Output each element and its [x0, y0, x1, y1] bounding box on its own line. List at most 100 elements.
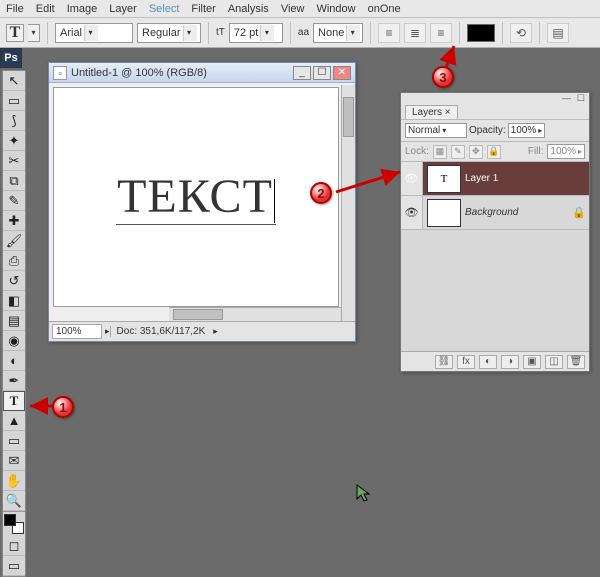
document-info: Doc: 351,6K/117,2K [110, 326, 212, 337]
layers-footer: ⛓ fx ◐ ◑ ▣ ◫ 🗑 [401, 351, 589, 371]
font-family-select[interactable]: Arial ▾ [55, 23, 133, 43]
magic-wand-tool[interactable]: ✦ [3, 131, 25, 151]
document-canvas[interactable]: ТЕКСТ [53, 87, 339, 307]
panel-close-icon[interactable]: ☐ [577, 93, 585, 101]
adjustment-layer-button[interactable]: ◑ [501, 355, 519, 369]
tool-preset-dropdown[interactable]: ▾ [28, 24, 40, 42]
path-selection-tool[interactable]: ▲ [3, 411, 25, 431]
marquee-tool[interactable]: ▭ [3, 91, 25, 111]
move-tool[interactable]: ↖ [3, 71, 25, 91]
chevron-down-icon: ▾ [260, 25, 274, 41]
group-button[interactable]: ▣ [523, 355, 541, 369]
type-tool[interactable]: T [3, 391, 25, 411]
quick-mask-toggle[interactable]: ◻ [3, 536, 25, 556]
menu-view[interactable]: View [281, 3, 305, 15]
layer-row[interactable]: 👁 Background 🔒 [401, 196, 589, 230]
layer-mask-button[interactable]: ◐ [479, 355, 497, 369]
text-color-swatch[interactable] [467, 24, 495, 42]
slice-tool[interactable]: ⧉ [3, 171, 25, 191]
eraser-tool[interactable]: ◧ [3, 291, 25, 311]
foreground-color-swatch[interactable] [4, 514, 16, 526]
horizontal-scrollbar[interactable] [169, 307, 341, 321]
lasso-tool[interactable]: ⟆ [3, 111, 25, 131]
hand-tool[interactable]: ✋ [3, 471, 25, 491]
zoom-tool[interactable]: 🔍 [3, 491, 25, 511]
blend-mode-select[interactable]: Normal ▾ [405, 123, 467, 138]
menu-edit[interactable]: Edit [36, 3, 55, 15]
minimize-button[interactable]: _ [293, 66, 311, 80]
lock-image-icon[interactable]: ✎ [451, 145, 465, 159]
antialias-select[interactable]: None ▾ [313, 23, 363, 43]
chevron-down-icon: ▾ [346, 25, 360, 41]
panel-minimize-icon[interactable]: — [562, 93, 571, 101]
crop-tool[interactable]: ✂ [3, 151, 25, 171]
menu-image[interactable]: Image [67, 3, 98, 15]
lock-label: Lock: [405, 146, 429, 157]
vertical-scrollbar[interactable] [341, 85, 355, 321]
align-left-button[interactable]: ≡ [378, 23, 400, 43]
document-icon: ▫ [53, 66, 67, 80]
blur-tool[interactable]: ◉ [3, 331, 25, 351]
chevron-right-icon: ▸ [538, 126, 542, 135]
lock-position-icon[interactable]: ✥ [469, 145, 483, 159]
menu-select[interactable]: Select [149, 3, 180, 15]
blend-opacity-row: Normal ▾ Opacity: 100% ▸ [401, 119, 589, 142]
font-size-select[interactable]: 72 pt ▾ [229, 23, 283, 43]
fg-bg-swatch[interactable] [4, 514, 24, 534]
document-title: Untitled-1 @ 100% (RGB/8) [71, 67, 207, 79]
visibility-toggle[interactable]: 👁 [401, 162, 423, 195]
notes-tool[interactable]: ✉ [3, 451, 25, 471]
antialias-icon: aa [298, 27, 309, 38]
link-layers-button[interactable]: ⛓ [435, 355, 453, 369]
chevron-right-icon: ▸ [578, 147, 582, 156]
menu-window[interactable]: Window [316, 3, 355, 15]
opacity-input[interactable]: 100% ▸ [508, 123, 546, 138]
character-panel-button[interactable]: ▤ [547, 23, 569, 43]
layer-row[interactable]: 👁 T Layer 1 [401, 162, 589, 196]
close-button[interactable]: ✕ [333, 66, 351, 80]
layer-name[interactable]: Background [465, 207, 569, 218]
arrow-1 [26, 394, 54, 420]
menu-file[interactable]: File [6, 3, 24, 15]
layer-thumbnail[interactable]: T [427, 165, 461, 193]
delete-layer-button[interactable]: 🗑 [567, 355, 585, 369]
lock-transparent-icon[interactable]: ▦ [433, 145, 447, 159]
layers-panel: — ☐ Layers × Normal ▾ Opacity: 100% ▸ Lo… [400, 92, 590, 372]
scroll-thumb[interactable] [343, 97, 354, 137]
layers-tab[interactable]: Layers × [405, 105, 458, 119]
screen-mode-toggle[interactable]: ▭ [3, 556, 25, 576]
clone-stamp-tool[interactable]: ⎙ [3, 251, 25, 271]
layer-name[interactable]: Layer 1 [465, 173, 589, 184]
opacity-value: 100% [511, 125, 537, 136]
new-layer-button[interactable]: ◫ [545, 355, 563, 369]
warp-text-button[interactable]: ⟲ [510, 23, 532, 43]
shape-tool[interactable]: ▭ [3, 431, 25, 451]
align-center-button[interactable]: ≣ [404, 23, 426, 43]
layer-style-button[interactable]: fx [457, 355, 475, 369]
align-right-button[interactable]: ≡ [430, 23, 452, 43]
eyedropper-tool[interactable]: ✎ [3, 191, 25, 211]
maximize-button[interactable]: ☐ [313, 66, 331, 80]
lock-all-icon[interactable]: 🔒 [487, 145, 501, 159]
color-picker[interactable] [3, 511, 25, 536]
dodge-tool[interactable]: ◐ [3, 351, 25, 371]
text-layer-content[interactable]: ТЕКСТ [116, 169, 276, 225]
gradient-tool[interactable]: ▤ [3, 311, 25, 331]
font-style-select[interactable]: Regular ▾ [137, 23, 201, 43]
healing-brush-tool[interactable]: ✚ [3, 211, 25, 231]
history-brush-tool[interactable]: ↺ [3, 271, 25, 291]
menu-filter[interactable]: Filter [191, 3, 215, 15]
fill-input[interactable]: 100% ▸ [547, 144, 585, 159]
layer-thumbnail[interactable] [427, 199, 461, 227]
tool-preset-icon[interactable]: T [6, 24, 24, 42]
scroll-thumb[interactable] [173, 309, 223, 320]
brush-tool[interactable]: 🖌 [3, 231, 25, 251]
zoom-input[interactable]: 100% [52, 324, 102, 339]
pen-tool[interactable]: ✒ [3, 371, 25, 391]
visibility-toggle[interactable]: 👁 [401, 196, 423, 229]
callout-1: 1 [52, 396, 74, 418]
menu-analysis[interactable]: Analysis [228, 3, 269, 15]
menu-onone[interactable]: onOne [368, 3, 401, 15]
menu-layer[interactable]: Layer [109, 3, 137, 15]
document-titlebar[interactable]: ▫ Untitled-1 @ 100% (RGB/8) _ ☐ ✕ [49, 63, 355, 83]
